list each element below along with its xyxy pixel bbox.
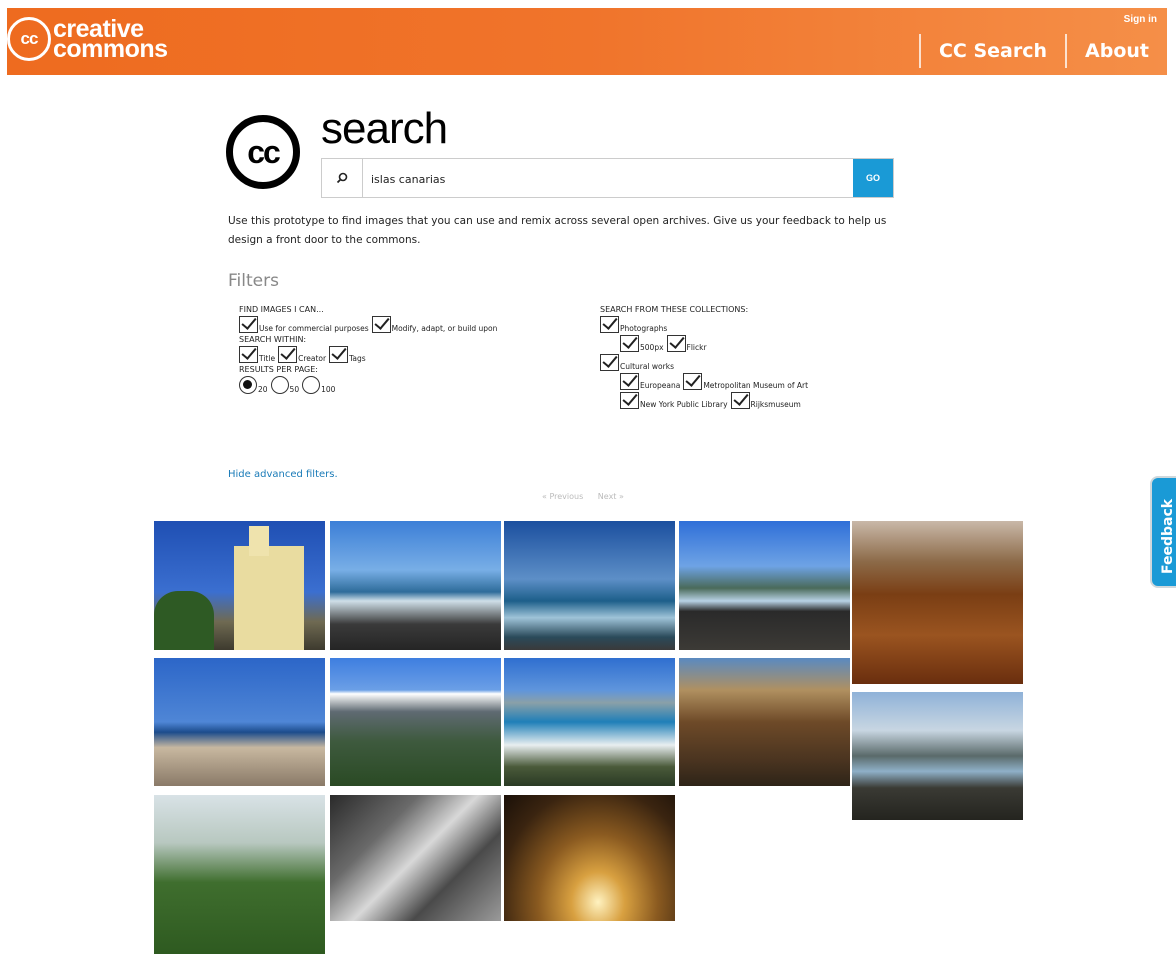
photographs-label: Photographs: [620, 324, 668, 333]
met-museum-label: Metropolitan Museum of Art: [703, 381, 809, 390]
result-image[interactable]: [330, 795, 501, 921]
result-image[interactable]: [504, 521, 675, 650]
cc-search-logo-icon: cc: [226, 115, 300, 189]
met-museum-checkbox[interactable]: [683, 373, 703, 390]
tags-label: Tags: [349, 354, 366, 363]
modify-label: Modify, adapt, or build upon: [391, 324, 498, 333]
flickr-label: Flickr: [686, 343, 707, 352]
result-image[interactable]: [504, 658, 675, 786]
results-per-page-heading: RESULTS PER PAGE:: [239, 365, 318, 374]
feedback-label: Feedback: [1160, 498, 1176, 574]
result-image[interactable]: [852, 521, 1023, 684]
nypl-checkbox[interactable]: [620, 392, 639, 409]
creator-checkbox[interactable]: [278, 346, 298, 363]
title-label: Title: [259, 354, 276, 363]
collections-heading: SEARCH FROM THESE COLLECTIONS:: [600, 305, 749, 314]
tags-checkbox[interactable]: [329, 346, 349, 363]
europeana-checkbox[interactable]: [620, 373, 639, 390]
filters-left-column: FIND IMAGES I CAN... Use for commercial …: [239, 305, 500, 396]
commercial-label: Use for commercial purposes: [259, 324, 369, 333]
sign-in-link[interactable]: Sign in: [1124, 14, 1157, 25]
500px-checkbox[interactable]: [620, 335, 639, 352]
next-page-link[interactable]: Next »: [598, 492, 624, 501]
rijksmuseum-label: Rijksmuseum: [750, 400, 801, 409]
logo-wordmark: creative commons: [53, 17, 168, 63]
search-within-options: Title Creator Tags: [239, 346, 500, 363]
nypl-label: New York Public Library: [640, 400, 728, 409]
results-100-label: 100: [321, 385, 336, 394]
results-20-radio[interactable]: [239, 376, 257, 394]
results-20-label: 20: [258, 385, 268, 394]
result-image[interactable]: [679, 658, 850, 786]
find-images-options: Use for commercial purposes Modify, adap…: [239, 316, 500, 333]
commercial-checkbox[interactable]: [239, 316, 258, 333]
result-image[interactable]: [154, 795, 325, 954]
filters-heading: Filters: [228, 271, 279, 291]
creative-commons-logo[interactable]: cc creative commons: [7, 14, 168, 64]
europeana-label: Europeana: [640, 381, 681, 390]
nav-about[interactable]: About: [1067, 40, 1167, 62]
result-image[interactable]: [679, 521, 850, 650]
search-within-heading: SEARCH WITHIN:: [239, 335, 307, 344]
previous-page-link[interactable]: « Previous: [542, 492, 583, 501]
logo-line-2: commons: [53, 35, 168, 63]
result-image[interactable]: [852, 692, 1023, 820]
photo-sources-row: 500px Flickr: [620, 335, 811, 352]
modify-checkbox[interactable]: [371, 316, 391, 333]
results-100-radio[interactable]: [302, 376, 321, 394]
photographs-checkbox[interactable]: [600, 316, 619, 333]
photographs-row: Photographs: [600, 316, 811, 333]
hide-advanced-filters-link[interactable]: Hide advanced filters.: [228, 469, 338, 480]
result-image[interactable]: [154, 521, 325, 650]
site-header: cc creative commons Sign in CC Search Ab…: [7, 8, 1167, 75]
cultural-works-row: Cultural works: [600, 354, 811, 371]
results-50-label: 50: [289, 385, 300, 394]
search-bar: GO: [321, 158, 894, 199]
magnifier-icon[interactable]: [322, 159, 363, 197]
go-button[interactable]: GO: [853, 159, 893, 197]
pagination: « Previous Next »: [536, 492, 630, 501]
feedback-tab[interactable]: Feedback: [1150, 476, 1176, 588]
nav-cc-search[interactable]: CC Search: [921, 40, 1065, 62]
main-nav: CC Search About: [918, 33, 1167, 69]
filters-right-column: SEARCH FROM THESE COLLECTIONS: Photograp…: [600, 305, 811, 411]
search-input[interactable]: [363, 159, 863, 199]
result-image[interactable]: [330, 658, 501, 786]
title-checkbox[interactable]: [239, 346, 258, 363]
find-images-heading: FIND IMAGES I CAN...: [239, 305, 324, 314]
result-image[interactable]: [330, 521, 501, 650]
cc-logo-icon: cc: [7, 17, 51, 61]
cultural-works-checkbox[interactable]: [600, 354, 619, 371]
intro-text: Use this prototype to find images that y…: [228, 215, 887, 246]
search-heading: search: [321, 104, 448, 153]
flickr-checkbox[interactable]: [666, 335, 686, 352]
cultural-works-label: Cultural works: [620, 362, 674, 371]
cultural-sources-row-2: New York Public Library Rijksmuseum: [620, 392, 811, 409]
result-image[interactable]: [504, 795, 675, 921]
500px-label: 500px: [640, 343, 664, 352]
results-50-radio[interactable]: [270, 376, 289, 394]
result-image[interactable]: [154, 658, 325, 786]
rijksmuseum-checkbox[interactable]: [730, 392, 750, 409]
results-per-page-options: 20 50 100: [239, 376, 500, 394]
cultural-sources-row-1: Europeana Metropolitan Museum of Art: [620, 373, 811, 390]
creator-label: Creator: [298, 354, 327, 363]
